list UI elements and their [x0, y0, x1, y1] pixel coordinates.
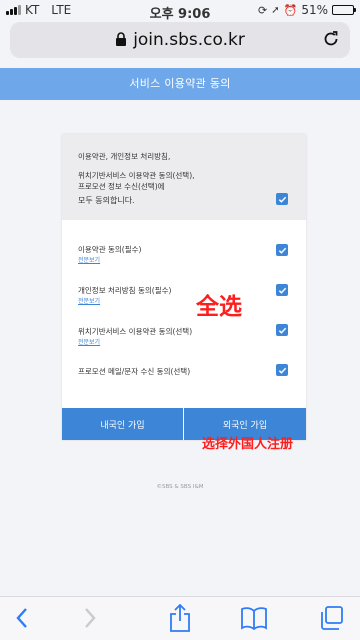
term-label-2: 개인정보 처리방침 동의(필수)	[78, 286, 172, 295]
annotation-select-foreign: 选择外国人注册	[202, 437, 294, 452]
term-checkbox-4[interactable]	[276, 364, 288, 376]
status-bar: KT LTE 오후 9:06 ⟳ ➚ ⏰ 51%	[0, 0, 360, 22]
term-checkbox-3[interactable]	[276, 324, 288, 336]
annotation-select-all: 全选	[196, 294, 242, 320]
forward-icon[interactable]	[76, 604, 104, 632]
terms-card: 이용약관, 개인정보 처리방침, 위치기반서비스 이용약관 동의(선택), 프로…	[62, 134, 306, 440]
check-icon	[278, 367, 286, 374]
agree-all-checkbox[interactable]	[276, 193, 288, 205]
agree-all-line4: 모두 동의합니다.	[78, 196, 135, 205]
term-label-3: 위치기반서비스 이용약관 동의(선택)	[78, 327, 193, 336]
agree-all-line3: 프로모션 정보 수신(선택)에	[78, 182, 165, 191]
term-label-1: 이용약관 동의(필수)	[78, 245, 142, 254]
term-checkbox-1[interactable]	[276, 244, 288, 256]
check-icon	[278, 287, 286, 294]
agree-all-section[interactable]: 이용약관, 개인정보 처리방침, 위치기반서비스 이용약관 동의(선택), 프로…	[62, 134, 306, 220]
lock-icon	[115, 31, 127, 50]
browser-toolbar	[0, 596, 360, 640]
domestic-join-button[interactable]: 내국인 가입	[62, 408, 184, 440]
url-text: join.sbs.co.kr	[133, 30, 245, 50]
page-title: 서비스 이용약관 동의	[0, 68, 360, 100]
term-label-4: 프로모션 메일/문자 수신 동의(선택)	[78, 367, 191, 376]
alarm-icon: ⏰	[283, 3, 298, 17]
term-detail-link-1[interactable]: 전문보기	[78, 255, 100, 264]
battery-percent: 51%	[301, 3, 328, 17]
status-right: ⟳ ➚ ⏰ 51%	[258, 3, 356, 17]
check-icon	[278, 327, 286, 334]
term-detail-link-3[interactable]: 전문보기	[78, 337, 100, 346]
copyright: ©SBS & SBS I&M	[156, 484, 204, 490]
bookmarks-icon[interactable]	[240, 604, 268, 632]
share-icon[interactable]	[166, 604, 194, 632]
tabs-icon[interactable]	[318, 604, 346, 632]
check-icon	[278, 247, 286, 254]
agree-all-line2: 위치기반서비스 이용약관 동의(선택),	[78, 171, 195, 180]
agree-all-line1: 이용약관, 개인정보 처리방침,	[78, 152, 171, 161]
check-icon	[278, 196, 286, 203]
address-bar[interactable]: join.sbs.co.kr	[10, 22, 350, 58]
back-icon[interactable]	[8, 604, 36, 632]
battery-icon	[332, 5, 356, 15]
rotation-lock-icon: ⟳	[258, 3, 268, 17]
term-detail-link-2[interactable]: 전문보기	[78, 296, 100, 305]
term-checkbox-2[interactable]	[276, 284, 288, 296]
browser-url-area: join.sbs.co.kr	[0, 22, 360, 62]
location-icon: ➚	[271, 4, 280, 16]
reload-icon[interactable]	[322, 30, 340, 52]
